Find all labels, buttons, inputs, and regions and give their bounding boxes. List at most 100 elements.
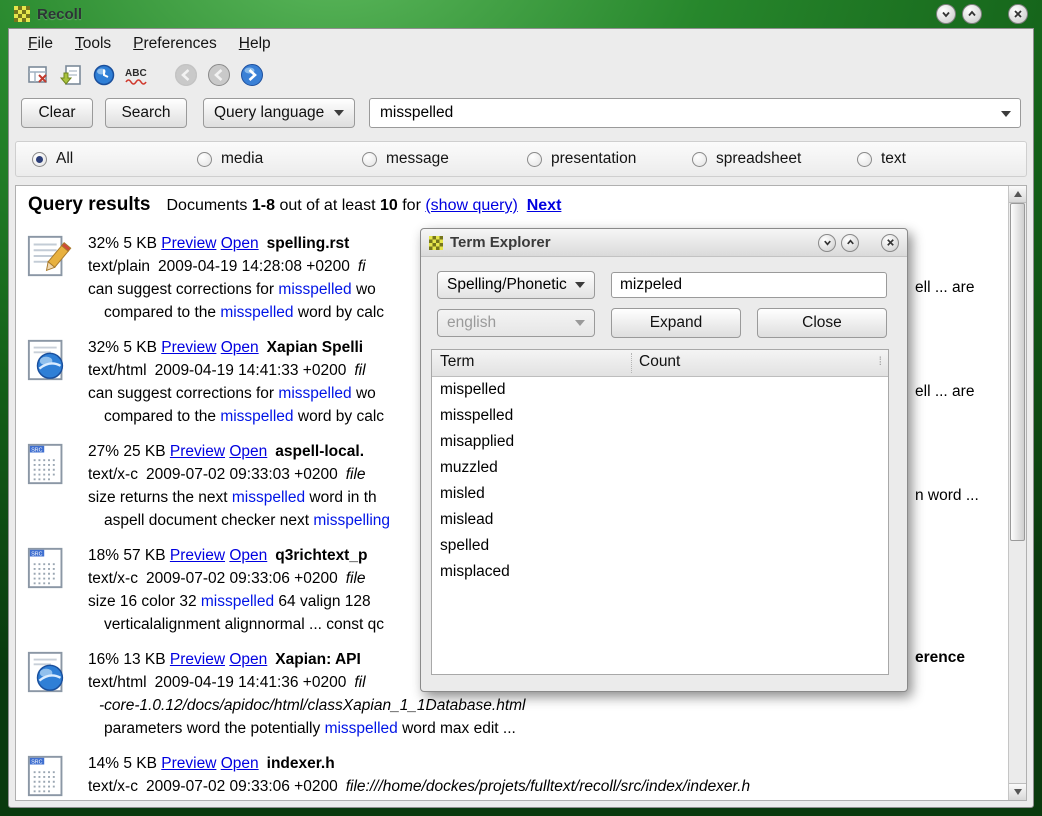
results-heading: Query results	[28, 194, 151, 216]
history-clock-icon	[92, 63, 116, 87]
scrollbar-thumb[interactable]	[1010, 203, 1025, 541]
column-header-term[interactable]: Term	[440, 353, 474, 371]
preview-link[interactable]: Preview	[161, 339, 216, 356]
html-document-icon	[26, 650, 72, 694]
chevron-down-icon	[334, 110, 344, 116]
filter-presentation[interactable]: presentation	[527, 150, 692, 168]
menu-file[interactable]: File	[17, 32, 64, 56]
preview-link[interactable]: Preview	[161, 755, 216, 772]
term-row[interactable]: misapplied	[432, 429, 888, 455]
search-button[interactable]: Search	[105, 98, 187, 128]
result-title: Xapian: API	[275, 651, 361, 668]
dialog-close-button[interactable]	[881, 234, 899, 252]
dialog-close-action-button[interactable]: Close	[757, 308, 887, 338]
first-page-button[interactable]	[171, 60, 201, 90]
open-link[interactable]: Open	[229, 443, 267, 460]
open-link[interactable]: Open	[221, 235, 259, 252]
result-text-fragment: ell ... are	[915, 380, 974, 403]
query-language-dropdown[interactable]: Query language	[203, 98, 355, 128]
result-snippet: parameters word the potentially misspell…	[88, 717, 526, 740]
preview-link[interactable]: Preview	[170, 443, 225, 460]
result-title: indexer.h	[267, 755, 335, 772]
clear-search-icon	[26, 63, 50, 87]
open-link[interactable]: Open	[221, 339, 259, 356]
history-button[interactable]	[89, 60, 119, 90]
term-explorer-button[interactable]: ABC	[122, 60, 152, 90]
chevron-down-icon	[940, 8, 952, 20]
scroll-down-button[interactable]	[1009, 783, 1026, 800]
next-page-button[interactable]	[237, 60, 267, 90]
preview-link[interactable]: Preview	[170, 651, 225, 668]
preview-link[interactable]: Preview	[161, 235, 216, 252]
term-row[interactable]: misspelled	[432, 403, 888, 429]
chevron-up-icon	[966, 8, 978, 20]
save-query-button[interactable]	[56, 60, 86, 90]
clear-search-button[interactable]	[23, 60, 53, 90]
filter-all[interactable]: All	[32, 150, 197, 168]
save-document-icon	[59, 63, 83, 87]
expansion-mode-dropdown[interactable]: Spelling/Phonetic	[437, 271, 595, 299]
spellcheck-abc-icon: ABC	[124, 63, 150, 87]
prev-page-button[interactable]	[204, 60, 234, 90]
expand-button[interactable]: Expand	[611, 308, 741, 338]
filter-spreadsheet[interactable]: spreadsheet	[692, 150, 857, 168]
next-page-link[interactable]: Next	[527, 197, 562, 214]
clear-button[interactable]: Clear	[21, 98, 93, 128]
term-input[interactable]: mizpeled	[611, 272, 887, 298]
result-line2: text/plain2009-04-19 14:28:08 +0200fi	[88, 255, 384, 278]
source-document-icon	[26, 442, 72, 486]
result-snippet: can suggest corrections for misspelled w…	[88, 382, 384, 405]
chevron-down-icon	[575, 282, 585, 288]
filter-text[interactable]: text	[857, 150, 1022, 168]
first-page-icon	[174, 63, 198, 87]
column-resize-handle[interactable]: ⁞	[879, 354, 883, 368]
term-row[interactable]: misplaced	[432, 559, 888, 585]
column-header-count[interactable]: Count	[639, 353, 680, 371]
scroll-up-button[interactable]	[1009, 186, 1026, 203]
close-icon	[885, 237, 896, 248]
search-input[interactable]: misspelled	[369, 98, 1021, 128]
result-line2: text/x-c2009-07-02 09:33:06 +0200file://…	[88, 775, 750, 798]
menu-preferences[interactable]: Preferences	[122, 32, 228, 56]
menu-tools[interactable]: Tools	[64, 32, 122, 56]
unshade-button[interactable]	[962, 4, 982, 24]
preview-link[interactable]: Preview	[170, 547, 225, 564]
dialog-unshade-button[interactable]	[841, 234, 859, 252]
term-row[interactable]: mispelled	[432, 377, 888, 403]
term-explorer-dialog: Term Explorer Spelling/Phonetic mizpeled…	[420, 228, 908, 692]
dialog-titlebar[interactable]: Term Explorer	[421, 229, 907, 257]
next-page-icon	[240, 63, 264, 87]
terms-table-header: Term Count ⁞	[432, 350, 888, 377]
dialog-shade-button[interactable]	[818, 234, 836, 252]
result-line2: text/x-c2009-07-02 09:33:03 +0200file	[88, 463, 390, 486]
term-row[interactable]: mislead	[432, 507, 888, 533]
results-scrollbar[interactable]	[1008, 186, 1026, 800]
toolbar: ABC	[23, 59, 270, 91]
chevron-down-icon	[822, 237, 833, 248]
term-row[interactable]: misled	[432, 481, 888, 507]
show-query-link[interactable]: (show query)	[425, 197, 517, 214]
radio-icon	[32, 152, 47, 167]
term-row[interactable]: muzzled	[432, 455, 888, 481]
shade-button[interactable]	[936, 4, 956, 24]
menu-help[interactable]: Help	[228, 32, 282, 56]
result-title: q3richtext_p	[275, 547, 367, 564]
language-dropdown[interactable]: english	[437, 309, 595, 337]
result-title: Xapian Spelli	[267, 339, 363, 356]
filter-media[interactable]: media	[197, 150, 362, 168]
results-header: Query results Documents 1-8 out of at le…	[28, 194, 998, 220]
filter-message[interactable]: message	[362, 150, 527, 168]
open-link[interactable]: Open	[229, 547, 267, 564]
window-titlebar[interactable]: Recoll	[8, 0, 1034, 28]
close-button[interactable]	[1008, 4, 1028, 24]
open-link[interactable]: Open	[221, 755, 259, 772]
result-line1: 14% 5 KB Preview Openindexer.h	[88, 752, 750, 775]
triangle-down-icon	[1014, 789, 1022, 795]
recoll-app-icon	[429, 236, 443, 250]
open-link[interactable]: Open	[229, 651, 267, 668]
result-title: spelling.rst	[267, 235, 350, 252]
result-line1: 32% 5 KB Preview OpenXapian Spelli	[88, 336, 384, 359]
combo-chevron-down-icon	[1001, 111, 1011, 117]
term-row[interactable]: spelled	[432, 533, 888, 559]
column-divider	[631, 353, 632, 373]
